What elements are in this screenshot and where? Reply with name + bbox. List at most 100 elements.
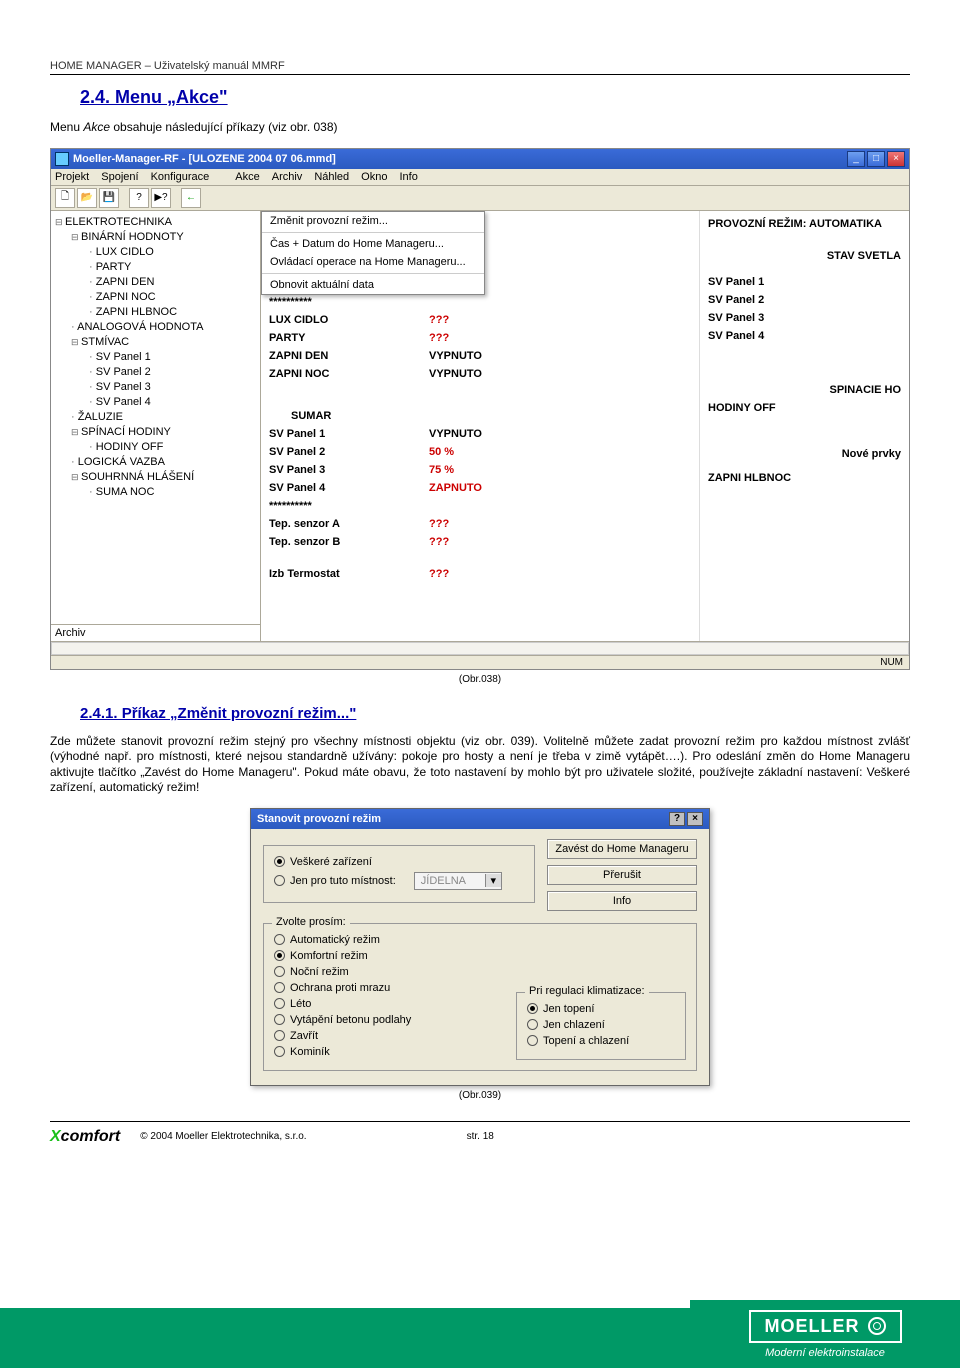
menu-item-cas-datum[interactable]: Čas + Datum do Home Manageru... xyxy=(262,235,484,253)
xcomfort-logo: Xcomfort xyxy=(50,1128,120,1146)
tree-node[interactable]: HODINY OFF xyxy=(53,440,258,455)
radio-mode[interactable]: Vytápění betonu podlahy xyxy=(274,1012,496,1028)
tree-node[interactable]: SV Panel 1 xyxy=(53,350,258,365)
data-row: Izb Termostat??? xyxy=(269,565,691,583)
dialog-close-button[interactable]: × xyxy=(687,812,703,826)
data-row: Tep. senzor A??? xyxy=(269,515,691,533)
window-title: Moeller-Manager-RF - [ULOZENE 2004 07 06… xyxy=(73,153,847,165)
tree-node[interactable]: ZAPNI DEN xyxy=(53,275,258,290)
tree-node[interactable]: SV Panel 3 xyxy=(53,380,258,395)
app-screenshot: Moeller-Manager-RF - [ULOZENE 2004 07 06… xyxy=(50,148,910,670)
chevron-down-icon: ▾ xyxy=(485,874,501,887)
tree-node[interactable]: ŽALUZIE xyxy=(53,410,258,425)
archiv-tab[interactable]: Archiv xyxy=(51,624,260,641)
grp-zvolte: Zvolte prosím: xyxy=(272,916,350,928)
grp-klimatizace: Pri regulaci klimatizace: xyxy=(525,985,649,997)
title-bar: Moeller-Manager-RF - [ULOZENE 2004 07 06… xyxy=(51,149,909,169)
status-bar: NUM xyxy=(51,655,909,669)
toolbar-new[interactable]: 🗋 xyxy=(55,188,75,208)
radio-mode[interactable]: Komfortní režim xyxy=(274,948,496,964)
menu-bar: Projekt Spojení Konfigurace Akce Archiv … xyxy=(51,169,909,186)
btn-prerusit[interactable]: Přerušit xyxy=(547,865,697,885)
dialog-help-button[interactable]: ? xyxy=(669,812,685,826)
spinacie-ho: SPINACIE HO xyxy=(708,381,901,399)
stav-svetla: STAV SVETLA xyxy=(708,247,901,265)
menu-info[interactable]: Info xyxy=(399,171,417,183)
subsection-title: 2.4.1. Příkaz „Změnit provozní režim..." xyxy=(80,705,910,722)
tree-node[interactable]: BINÁRNÍ HODNOTY xyxy=(53,230,258,245)
tree-node[interactable]: ANALOGOVÁ HODNOTA xyxy=(53,320,258,335)
menu-okno[interactable]: Okno xyxy=(361,171,387,183)
menu-nahled[interactable]: Náhled xyxy=(314,171,349,183)
mode-label: PROVOZNÍ REŽIM: AUTOMATIKA xyxy=(708,215,901,233)
toolbar-help[interactable]: ? xyxy=(129,188,149,208)
radio-icon xyxy=(274,1046,285,1057)
radio-mode[interactable]: Léto xyxy=(274,996,496,1012)
radio-mode[interactable]: Ochrana proti mrazu xyxy=(274,980,496,996)
tree-node[interactable]: ZAPNI HLBNOC xyxy=(53,305,258,320)
tree-node[interactable]: ELEKTROTECHNIKA xyxy=(53,215,258,230)
data-row: ZAPNI NOCVYPNUTO xyxy=(269,365,691,383)
data-row: Tep. senzor B??? xyxy=(269,533,691,551)
btn-zavest[interactable]: Zavést do Home Manageru xyxy=(547,839,697,859)
tree-node[interactable]: LOGICKÁ VAZBA xyxy=(53,455,258,470)
menu-archiv[interactable]: Archiv xyxy=(272,171,303,183)
zapni-hlbnoc: ZAPNI HLBNOC xyxy=(708,469,901,487)
radio-icon xyxy=(527,1035,538,1046)
radio-icon xyxy=(274,950,285,961)
menu-spojeni[interactable]: Spojení xyxy=(101,171,138,183)
tree-node[interactable]: LUX CIDLO xyxy=(53,245,258,260)
tree-node[interactable]: SUMA NOC xyxy=(53,485,258,500)
radio-mode[interactable]: Kominík xyxy=(274,1044,496,1060)
toolbar-open[interactable]: 📂 xyxy=(77,188,97,208)
dialog-stanovit-rezim: Stanovit provozní režim ? × Veškeré zaří… xyxy=(250,808,710,1086)
radio-klim[interactable]: Topení a chlazení xyxy=(527,1033,675,1049)
maximize-button[interactable]: □ xyxy=(867,151,885,167)
close-button[interactable]: × xyxy=(887,151,905,167)
tree-node[interactable]: STMÍVAC xyxy=(53,335,258,350)
moeller-slogan: Moderní elektroinstalace xyxy=(765,1347,885,1359)
toolbar-save[interactable]: 💾 xyxy=(99,188,119,208)
toolbar-whats-this[interactable]: ▶? xyxy=(151,188,171,208)
tree-pane[interactable]: ELEKTROTECHNIKABINÁRNÍ HODNOTYLUX CIDLOP… xyxy=(51,211,261,641)
radio-klim[interactable]: Jen topení xyxy=(527,1001,675,1017)
tree-node[interactable]: SV Panel 2 xyxy=(53,365,258,380)
radio-veskere-zarizeni[interactable]: Veškeré zařízení xyxy=(274,854,524,870)
sumar-label: SUMAR xyxy=(269,407,429,425)
room-combo[interactable]: JÍDELNA ▾ xyxy=(414,872,502,890)
tree-node[interactable]: ZAPNI NOC xyxy=(53,290,258,305)
copyright: © 2004 Moeller Elektrotechnika, s.r.o. xyxy=(140,1131,306,1142)
radio-mode[interactable]: Automatický režim xyxy=(274,932,496,948)
tree-node[interactable]: SPÍNACÍ HODINY xyxy=(53,425,258,440)
radio-jen-mistnost[interactable]: Jen pro tuto místnost: JÍDELNA ▾ xyxy=(274,870,524,892)
btn-info[interactable]: Info xyxy=(547,891,697,911)
dialog-title-bar: Stanovit provozní režim ? × xyxy=(251,809,709,829)
minimize-button[interactable]: _ xyxy=(847,151,865,167)
toolbar-arrow[interactable]: ← xyxy=(181,188,201,208)
menu-akce[interactable]: Akce xyxy=(235,171,259,183)
tree-node[interactable]: PARTY xyxy=(53,260,258,275)
menu-konfigurace[interactable]: Konfigurace xyxy=(151,171,210,183)
radio-icon xyxy=(274,982,285,993)
nove-prvky: Nové prvky xyxy=(708,445,901,463)
h-scrollbar[interactable] xyxy=(51,641,909,655)
radio-icon xyxy=(274,1030,285,1041)
data-row: SV Panel 375 % xyxy=(269,461,691,479)
app-icon xyxy=(55,152,69,166)
tree-node[interactable]: SOUHRNNÁ HLÁŠENÍ xyxy=(53,470,258,485)
menu-item-ovladaci-operace[interactable]: Ovládací operace na Home Manageru... xyxy=(262,253,484,271)
stars: ********** xyxy=(269,293,429,311)
seal-icon xyxy=(868,1317,886,1335)
menu-projekt[interactable]: Projekt xyxy=(55,171,89,183)
tree-node[interactable]: SV Panel 4 xyxy=(53,395,258,410)
radio-mode[interactable]: Zavřít xyxy=(274,1028,496,1044)
menu-item-zmenit-rezim[interactable]: Změnit provozní režim... xyxy=(262,212,484,230)
caption-038: (Obr.038) xyxy=(50,674,910,685)
radio-mode[interactable]: Noční režim xyxy=(274,964,496,980)
intro-paragraph: Menu Akce obsahuje následující příkazy (… xyxy=(50,120,910,136)
radio-klim[interactable]: Jen chlazení xyxy=(527,1017,675,1033)
data-row: SV Panel 250 % xyxy=(269,443,691,461)
data-row: ZAPNI DENVYPNUTO xyxy=(269,347,691,365)
menu-item-obnovit[interactable]: Obnovit aktuální data xyxy=(262,276,484,294)
radio-icon xyxy=(274,998,285,1009)
